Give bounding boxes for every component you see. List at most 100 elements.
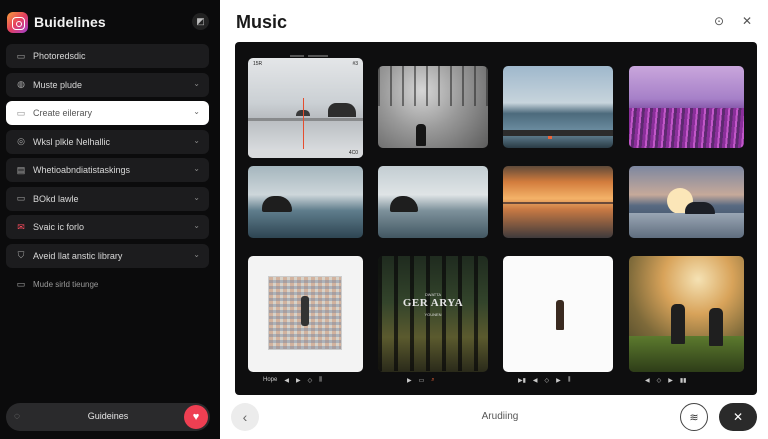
repeat-icon[interactable]: ◇ [657, 377, 662, 384]
pause-icon[interactable]: ▮▮ [680, 377, 687, 384]
sidebar-item-whetioabndiatistaskings[interactable]: ▤ Whetioabndiatistaskings ⌄ [6, 158, 209, 182]
app-title: Buidelines [34, 14, 106, 30]
sidebar-item-wksl-plkle[interactable]: ◎ Wksl plkle Nelhallic ⌄ [6, 129, 209, 154]
page-title: Music [236, 12, 288, 32]
sidebar-item-bokd-lawle[interactable]: ▭ BOkd lawle ⌄ [6, 186, 209, 211]
back-icon[interactable]: ◀ [645, 377, 650, 384]
back-icon[interactable]: ◀ [533, 377, 538, 384]
target-icon: ◎ [17, 136, 25, 146]
wifi-icon[interactable]: ≋ [680, 403, 708, 431]
sidebar: Buidelines ◩ ▭ Photoredsdic ◍ Muste plud… [0, 0, 220, 439]
sidebar-item-mude-sirld[interactable]: ▭ Mude sirld tieunge [6, 272, 209, 296]
chevron-down-icon: ⌄ [193, 135, 200, 145]
search-icon[interactable]: ⌕ [431, 377, 434, 384]
sidebar-item-label: Photoredsdic [33, 51, 86, 61]
gallery-tile[interactable] [248, 256, 363, 372]
chevron-down-icon: ⌄ [193, 192, 200, 202]
play-icon[interactable]: ▶ [668, 377, 673, 384]
person-silhouette [301, 296, 309, 326]
sidebar-item-label: Whetioabndiatistaskings [33, 165, 131, 175]
grass-field [629, 336, 744, 372]
sidebar-menu: ▭ Photoredsdic ◍ Muste plude ⌄ ▭ Create … [6, 44, 209, 301]
gallery-tile[interactable] [378, 66, 488, 148]
tile-controls: ▶▮ ◀ ◇ ▶ ⫼ [518, 375, 571, 385]
shield-icon: ⛉ [17, 250, 25, 260]
gallery-tile[interactable] [629, 256, 744, 372]
mail-icon: ✉ [17, 221, 25, 232]
folder-icon: ▭ [16, 193, 26, 203]
gallery-viewer: 15R #3 4C0 DWATTA GER ARYA YOUNEN Hope ◀… [235, 42, 757, 395]
folder-icon: ▭ [16, 107, 26, 118]
instagram-logo-icon[interactable] [7, 12, 28, 33]
chevron-down-icon: ⌄ [193, 249, 200, 259]
gallery-tile[interactable] [248, 166, 363, 238]
sidebar-item-label: Wksl plkle Nelhallic [33, 136, 111, 147]
play-icon[interactable]: ▶ [407, 377, 412, 384]
footer-label: Guideines [87, 411, 129, 421]
tile-caption: #3 [352, 61, 358, 67]
horizon-line [503, 202, 613, 204]
sidebar-item-muste-plude[interactable]: ◍ Muste plude ⌄ [6, 72, 209, 97]
sidebar-item-svaic-ic-forlo[interactable]: ✉ Svaic ic forlo ⌄ [6, 215, 209, 239]
viewer-top-indicator [290, 44, 350, 57]
play-icon[interactable]: ▶ [556, 377, 561, 384]
chevron-left-icon[interactable]: ‹ [231, 403, 259, 431]
rewind-icon[interactable]: ◀ [284, 377, 289, 384]
foggy-trees [378, 66, 488, 106]
layers-icon: ▤ [16, 164, 26, 175]
tile-bottom-bar [248, 149, 363, 158]
play-icon[interactable]: ▶ [296, 377, 301, 384]
sidebar-item-label: Aveid llat anstic library [33, 250, 123, 261]
sidebar-item-label: Muste plude [33, 79, 83, 90]
sidebar-item-label: Create eilerary [33, 108, 93, 118]
equalizer-icon[interactable]: ⫼ [568, 377, 571, 384]
folder-icon: ▭ [16, 50, 26, 61]
sidebar-item-photoredsdic[interactable]: ▭ Photoredsdic [6, 44, 209, 68]
gallery-tile[interactable] [629, 166, 744, 238]
chevron-down-icon: ⌄ [193, 78, 200, 88]
sidebar-item-label: BOkd lawle [33, 193, 79, 204]
tile-controls: Hope ◀ ▶ ◇ ⫼ [263, 375, 322, 385]
rock-shape [262, 196, 292, 212]
tile-controls: ◀ ◇ ▶ ▮▮ [645, 375, 686, 385]
chevron-down-icon: ⌄ [193, 164, 200, 173]
camera-off-icon[interactable]: ◩ [192, 13, 209, 30]
equalizer-icon[interactable]: ⫼ [319, 377, 322, 384]
rock-shape [390, 196, 418, 212]
rock-shape [685, 202, 715, 214]
gallery-tile[interactable]: 15R #3 4C0 [248, 58, 363, 158]
gallery-tile[interactable]: DWATTA GER ARYA YOUNEN [378, 256, 488, 372]
screen-icon[interactable]: ▭ [419, 377, 425, 384]
settings-circle-icon[interactable]: ⊙ [712, 14, 726, 28]
water-reflection [248, 118, 363, 121]
tile-caption: 15R [253, 61, 263, 67]
close-icon[interactable]: ✕ [740, 14, 754, 28]
person-silhouette [709, 308, 723, 346]
status-label: Arudiing [481, 411, 519, 422]
sidebar-header: Buidelines ◩ [0, 0, 220, 42]
folder-icon: ▭ [16, 278, 26, 289]
person-silhouette [556, 300, 564, 330]
tile-controls: ▶ ▭ ⌕ [407, 375, 435, 385]
sidebar-item-aveid-llat[interactable]: ⛉ Aveid llat anstic library ⌄ [6, 243, 209, 268]
gallery-tile[interactable] [503, 166, 613, 238]
repeat-icon[interactable]: ◇ [545, 377, 550, 384]
sidebar-footer[interactable]: ◌ Guideines ♥ [6, 403, 210, 431]
gallery-tile[interactable] [378, 166, 488, 238]
chevron-down-icon: ⌄ [193, 221, 200, 230]
gallery-tile[interactable] [503, 66, 613, 148]
sidebar-item-create-eilerary[interactable]: ▭ Create eilerary ⌄ [6, 101, 209, 125]
repeat-icon[interactable]: ◇ [308, 377, 313, 384]
sea-shape [629, 213, 744, 238]
tile-caption: Hope [263, 377, 278, 383]
poster-title: GER ARYA [402, 297, 464, 309]
gallery-tile[interactable] [629, 66, 744, 148]
flower-field [629, 108, 744, 148]
skip-icon[interactable]: ▶▮ [518, 377, 526, 384]
island-shape [328, 103, 356, 117]
gallery-tile[interactable] [503, 256, 613, 372]
close-icon[interactable]: ✕ [719, 403, 757, 431]
poster-small-text: YOUNEN [424, 312, 442, 317]
heart-icon[interactable]: ♥ [184, 405, 208, 429]
person-silhouette [416, 124, 426, 146]
